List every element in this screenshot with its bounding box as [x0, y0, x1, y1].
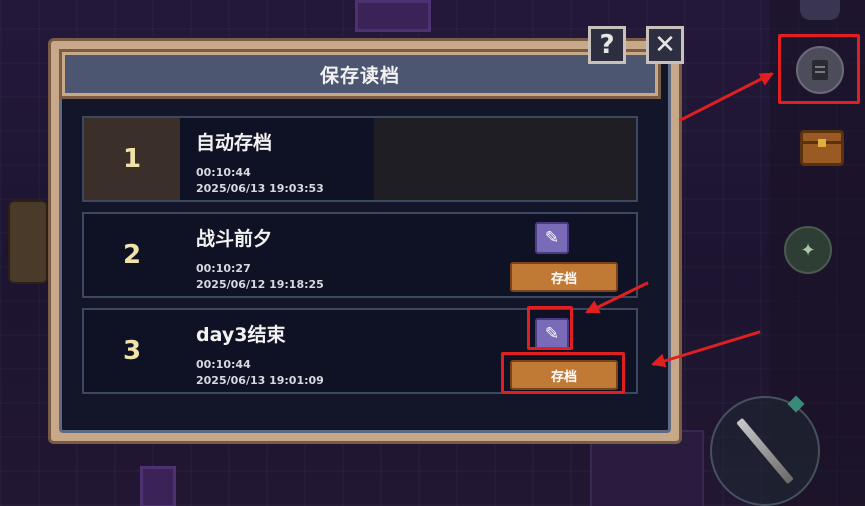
close-icon: ✕ — [654, 30, 676, 60]
save-slot-1[interactable]: 1 自动存档 00:10:44 2025/06/13 19:03:53 — [82, 116, 638, 202]
highlight-box-rename — [527, 306, 573, 350]
slot-number: 3 — [122, 336, 142, 366]
slot-datetime: 2025/06/13 19:03:53 — [196, 182, 324, 195]
background-window — [355, 0, 431, 32]
chest-icon — [800, 130, 844, 166]
slot-playtime: 00:10:44 — [196, 166, 251, 179]
inventory-button[interactable] — [800, 126, 844, 170]
close-button[interactable]: ✕ — [646, 26, 684, 64]
slot-playtime: 00:10:27 — [196, 262, 251, 275]
highlight-box-save — [501, 352, 625, 394]
sword-icon — [736, 417, 794, 485]
slot-name: 战斗前夕 — [196, 228, 273, 250]
slot-name: day3结束 — [196, 324, 286, 346]
map-icon: ✦ — [800, 239, 816, 261]
background-barrel — [8, 200, 48, 284]
slot-name: 自动存档 — [196, 132, 273, 154]
help-button[interactable]: ? — [588, 26, 626, 64]
slot-number: 2 — [122, 240, 142, 270]
background-window — [140, 466, 176, 506]
save-slot-2[interactable]: 2 战斗前夕 00:10:27 2025/06/12 19:18:25 ✎ 存档 — [82, 212, 638, 298]
pencil-icon: ✎ — [544, 228, 560, 248]
slot-playtime: 00:10:44 — [196, 358, 251, 371]
slot-datetime: 2025/06/13 19:01:09 — [196, 374, 324, 387]
save-button[interactable]: 存档 — [510, 262, 618, 292]
dialog-title: 保存读档 — [319, 64, 400, 87]
slot-number: 1 — [84, 118, 180, 200]
question-icon: ? — [599, 30, 615, 60]
map-button[interactable]: ✦ — [784, 226, 832, 274]
hud-top-button[interactable] — [800, 0, 840, 20]
slot-datetime: 2025/06/12 19:18:25 — [196, 278, 324, 291]
attack-button[interactable] — [710, 396, 820, 506]
rename-button[interactable]: ✎ — [535, 222, 569, 254]
slot-empty-area — [374, 118, 636, 200]
dialog-title-bar: 保存读档 — [59, 49, 661, 99]
highlight-box-save-menu — [778, 34, 860, 104]
